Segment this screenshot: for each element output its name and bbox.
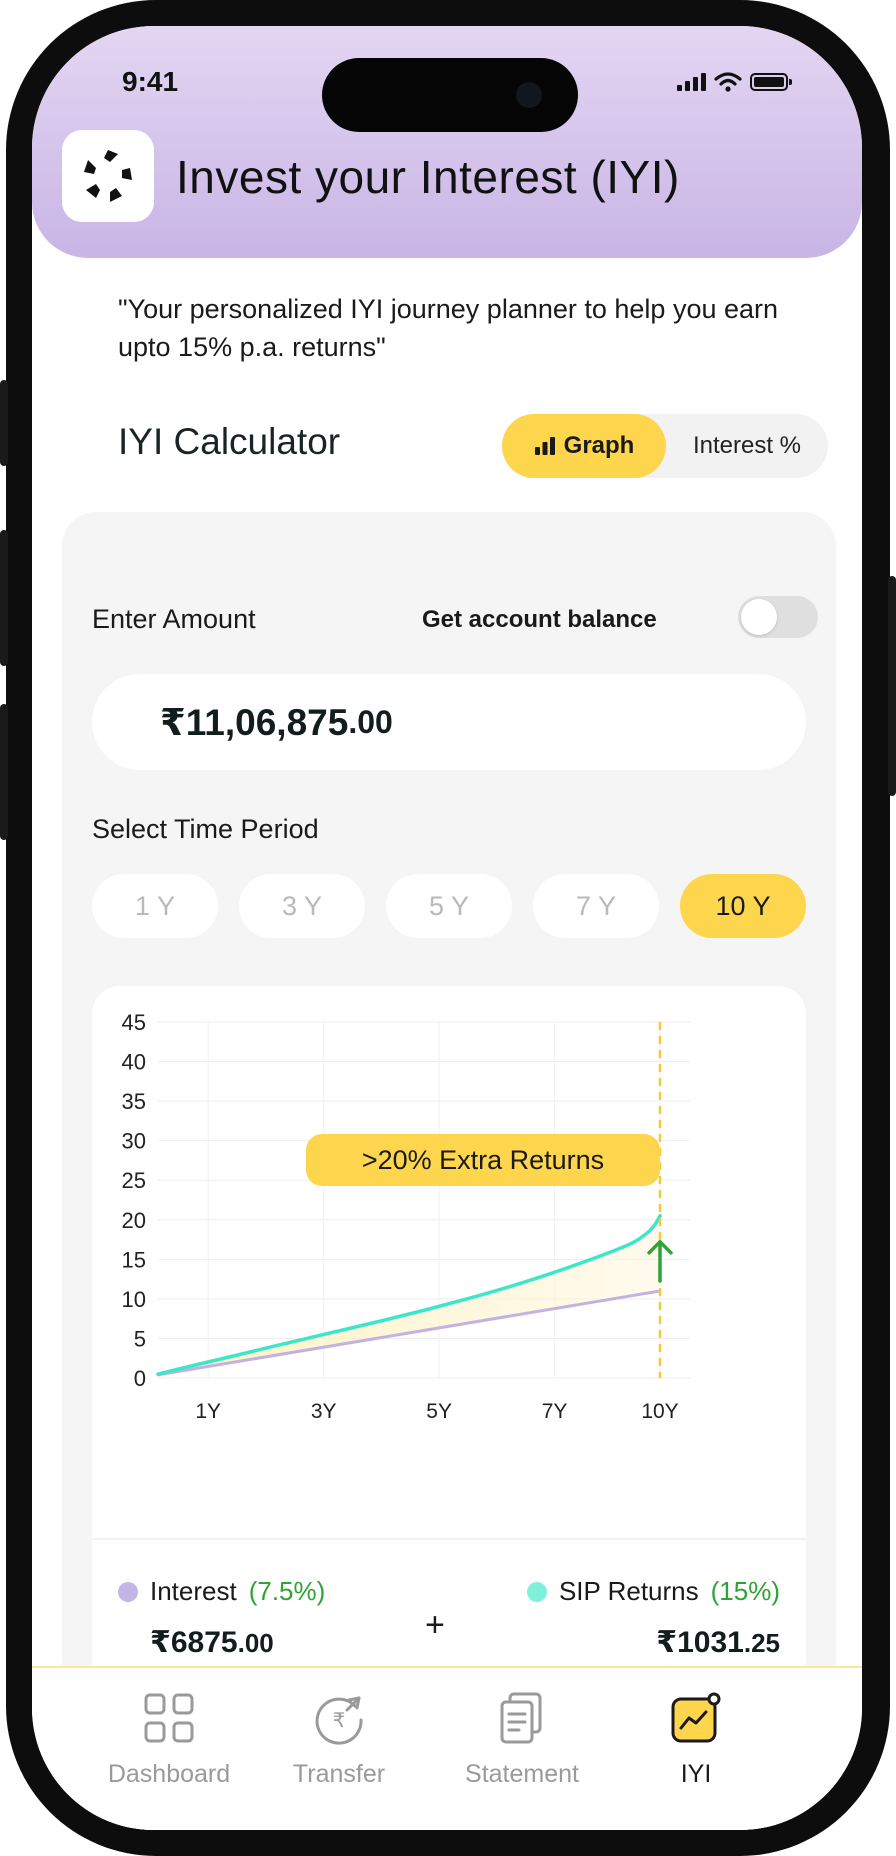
amount-value: ₹11,06,875 bbox=[160, 701, 349, 743]
transfer-rupee-icon: ₹ bbox=[315, 1696, 363, 1745]
sip-dot bbox=[526, 1581, 547, 1602]
legend-interest: Interest (7.5%) ₹6875.00 bbox=[118, 1576, 325, 1660]
amount-decimals: .00 bbox=[348, 703, 393, 740]
app-logo bbox=[62, 130, 154, 222]
wifi-icon bbox=[714, 72, 742, 92]
y-tick-label: 45 bbox=[122, 1010, 146, 1035]
period-chip-10y[interactable]: 10 Y bbox=[680, 874, 806, 938]
interest-value: ₹6875 bbox=[150, 1626, 238, 1659]
nav-dashboard-label: Dashboard bbox=[107, 1760, 231, 1788]
y-tick-label: 30 bbox=[122, 1129, 146, 1154]
page-title: Invest your Interest (IYI) bbox=[176, 151, 680, 203]
interest-series-line bbox=[156, 1289, 662, 1377]
nav-statement-label: Statement bbox=[465, 1760, 579, 1788]
interest-rate: (7.5%) bbox=[248, 1576, 326, 1606]
nav-dashboard[interactable]: Dashboard bbox=[84, 1690, 254, 1800]
y-tick-label: 40 bbox=[122, 1050, 146, 1075]
cellular-signal-icon bbox=[677, 73, 706, 91]
interest-dot bbox=[118, 1581, 138, 1602]
plus-sign: + bbox=[425, 1606, 445, 1644]
toggle-knob bbox=[741, 599, 777, 635]
y-tick-label: 0 bbox=[134, 1366, 146, 1391]
status-time: 9:41 bbox=[122, 66, 179, 97]
y-tick-label: 20 bbox=[122, 1208, 146, 1233]
period-chip-5y[interactable]: 5 Y bbox=[386, 874, 512, 938]
nav-iyi[interactable]: IYI bbox=[611, 1690, 781, 1800]
time-period-selector: 1 Y 3 Y 5 Y 7 Y 10 Y bbox=[92, 874, 806, 938]
power-button bbox=[888, 576, 896, 796]
volume-down-button bbox=[0, 704, 8, 840]
svg-text:₹: ₹ bbox=[333, 1708, 346, 1732]
volume-up-button bbox=[0, 530, 8, 666]
period-chip-7y[interactable]: 7 Y bbox=[533, 874, 659, 938]
x-tick-label: 5Y bbox=[426, 1400, 452, 1423]
x-tick-label: 10Y bbox=[641, 1400, 678, 1423]
extra-returns-area bbox=[158, 1215, 660, 1375]
iyi-growth-icon bbox=[671, 1692, 721, 1743]
interest-tab[interactable]: Interest % bbox=[666, 414, 828, 478]
sip-value: ₹1031 bbox=[656, 1626, 744, 1659]
time-period-label: Select Time Period bbox=[92, 814, 319, 844]
period-chip-3y[interactable]: 3 Y bbox=[239, 874, 365, 938]
statement-document-icon bbox=[500, 1692, 542, 1744]
nav-transfer[interactable]: ₹ Transfer bbox=[254, 1690, 424, 1800]
y-tick-label: 5 bbox=[134, 1326, 146, 1351]
graph-tab[interactable]: Graph bbox=[502, 414, 666, 478]
sip-label: SIP Returns bbox=[558, 1576, 699, 1606]
camera-icon bbox=[516, 82, 542, 108]
x-tick-label: 3Y bbox=[311, 1400, 337, 1423]
logo-ring-icon bbox=[84, 150, 132, 202]
period-chip-1y[interactable]: 1 Y bbox=[92, 874, 218, 938]
account-balance-toggle[interactable] bbox=[738, 596, 818, 638]
view-toggle: Graph Interest % bbox=[502, 414, 828, 478]
legend-divider bbox=[92, 1538, 806, 1540]
account-balance-label: Get account balance bbox=[422, 606, 657, 633]
action-button bbox=[0, 380, 8, 466]
annotation-text: >20% Extra Returns bbox=[362, 1145, 604, 1175]
nav-iyi-label: IYI bbox=[680, 1760, 712, 1788]
bottom-nav: Dashboard ₹ Transfer Statement IYI bbox=[32, 1666, 862, 1830]
tagline: "Your personalized IYI journey planner t… bbox=[118, 294, 779, 362]
returns-chart: 0 5 10 15 20 25 30 35 40 45 1Y 3Y 5Y 7Y 10Y >20% Extra … bbox=[122, 1010, 690, 1423]
nav-statement[interactable]: Statement bbox=[437, 1690, 607, 1800]
x-tick-label: 7Y bbox=[542, 1400, 568, 1423]
dynamic-island bbox=[322, 58, 578, 132]
enter-amount-label: Enter Amount bbox=[92, 604, 256, 634]
calculator-card: Enter Amount Get account balance ₹11,06,… bbox=[62, 512, 836, 1830]
status-icons bbox=[677, 72, 792, 92]
y-tick-label: 10 bbox=[122, 1287, 146, 1312]
graph-tab-label: Graph bbox=[563, 432, 635, 459]
legend-sip: SIP Returns (15%) ₹1031.25 bbox=[526, 1576, 780, 1660]
y-tick-label: 15 bbox=[122, 1247, 146, 1272]
sip-rate: (15%) bbox=[710, 1576, 780, 1606]
y-tick-label: 35 bbox=[122, 1089, 146, 1114]
interest-value-decimals: .00 bbox=[237, 1628, 274, 1658]
sip-value-decimals: .25 bbox=[743, 1628, 780, 1658]
y-tick-label: 25 bbox=[122, 1168, 146, 1193]
screen: 9:41 Invest your Interest (IYI) "Your pe… bbox=[32, 26, 862, 1830]
x-tick-label: 1Y bbox=[195, 1400, 221, 1423]
bar-chart-icon bbox=[534, 437, 555, 455]
calculator-title: IYI Calculator bbox=[118, 421, 341, 462]
interest-label: Interest bbox=[150, 1576, 237, 1606]
battery-icon bbox=[750, 73, 792, 91]
amount-input[interactable]: ₹11,06,875.00 bbox=[92, 674, 806, 770]
nav-transfer-label: Transfer bbox=[292, 1760, 386, 1788]
app-header: 9:41 Invest your Interest (IYI) bbox=[32, 26, 862, 258]
dashboard-icon bbox=[144, 1693, 194, 1743]
